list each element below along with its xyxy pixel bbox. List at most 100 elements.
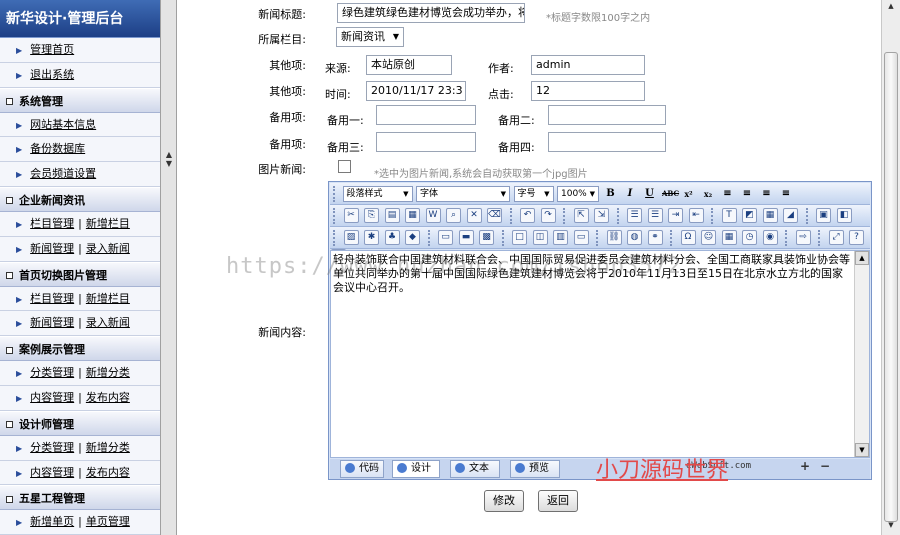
modify-button[interactable]: 修改 — [484, 490, 524, 512]
align-justify-icon[interactable]: ≡ — [779, 186, 793, 202]
sidebar-link[interactable]: 新闻管理 — [30, 316, 74, 329]
background-color-icon[interactable]: ◩ — [742, 208, 757, 223]
shrink-editor-icon[interactable]: − — [820, 459, 830, 473]
sidebar-section-projects[interactable]: 五星工程管理 — [0, 485, 160, 511]
sidebar-link[interactable]: 发布内容 — [86, 466, 130, 479]
select-all-icon[interactable]: ⇱ — [573, 208, 589, 223]
sidebar-link[interactable]: 发布内容 — [86, 391, 130, 404]
author-input[interactable]: admin — [531, 55, 645, 75]
underline-icon[interactable]: U — [643, 186, 657, 202]
page-scrollbar[interactable]: ▲ ▼ — [881, 0, 900, 535]
toolbar-grip[interactable] — [333, 208, 337, 224]
insert-globe-icon[interactable]: ◍ — [627, 230, 642, 245]
align-center-icon[interactable]: ≡ — [740, 186, 754, 202]
insert-hr-icon[interactable]: ▭ — [438, 230, 453, 245]
sidebar-link[interactable]: 新增栏目 — [86, 292, 130, 305]
paragraph-style-select[interactable]: 段落样式 ▼ — [342, 186, 413, 202]
font-select[interactable]: 字体 ▼ — [416, 186, 510, 202]
tab-design[interactable]: 设计 — [392, 460, 440, 478]
strikethrough-icon[interactable]: ABC — [662, 186, 679, 202]
help-icon[interactable]: ? — [849, 230, 864, 245]
italic-icon[interactable]: I — [623, 186, 637, 202]
tab-code[interactable]: 代码 — [340, 460, 384, 478]
layer-forward-icon[interactable]: ◧ — [836, 208, 852, 223]
hits-input[interactable]: 12 — [531, 81, 645, 101]
cut-icon[interactable]: ✂ — [343, 208, 359, 223]
superscript-icon[interactable]: x² — [682, 186, 696, 202]
import-word-icon[interactable]: ⇨ — [795, 230, 811, 245]
insert-flash-icon[interactable]: ✱ — [364, 230, 379, 245]
toolbar-grip[interactable] — [333, 186, 337, 202]
sidebar-link[interactable]: 内容管理 — [30, 391, 74, 404]
tab-text[interactable]: 文本 — [450, 460, 500, 478]
time-input[interactable]: 2010/11/17 23:3 — [366, 81, 466, 101]
sidebar-section-slides[interactable]: 首页切换图片管理 — [0, 261, 160, 287]
source-input[interactable]: 本站原创 — [366, 55, 452, 75]
sidebar-link[interactable]: 新增单页 — [30, 515, 74, 528]
sidebar-link[interactable]: 分类管理 — [30, 441, 74, 454]
scroll-up-icon[interactable]: ▲ — [885, 2, 897, 12]
paste-word-icon[interactable]: W — [425, 208, 441, 223]
sidebar-item[interactable]: ▶ 会员频道设置 — [0, 162, 160, 187]
align-left-icon[interactable]: ≡ — [721, 186, 735, 202]
sidebar-section-designers[interactable]: 设计师管理 — [0, 410, 160, 436]
indent-icon[interactable]: ⇥ — [668, 208, 683, 223]
sidebar-link[interactable]: 录入新闻 — [86, 242, 130, 255]
sidebar-link[interactable]: 新增分类 — [86, 366, 130, 379]
fullscreen-icon[interactable]: ⤢ — [828, 230, 844, 245]
back-button[interactable]: 返回 — [538, 490, 578, 512]
insert-button-icon[interactable]: ▥ — [553, 230, 568, 245]
sidebar-item[interactable]: ▶ 备份数据库 — [0, 137, 160, 163]
undo-icon[interactable]: ↶ — [520, 208, 535, 223]
insert-image-icon[interactable]: ▨ — [343, 230, 359, 245]
insert-input-icon[interactable]: ▭ — [573, 230, 589, 245]
sidebar-link[interactable]: 退出系统 — [30, 68, 74, 81]
sidebar-section-news[interactable]: 企业新闻资讯 — [0, 186, 160, 212]
sidebar-link[interactable]: 新闻管理 — [30, 242, 74, 255]
emoticon-icon[interactable]: ☺ — [701, 230, 716, 245]
align-right-icon[interactable]: ≡ — [760, 186, 774, 202]
sidebar-section-system[interactable]: 系统管理 — [0, 87, 160, 113]
title-input[interactable]: 绿色建筑绿色建材博览会成功举办，将 — [337, 3, 525, 23]
insert-iframe-icon[interactable]: ▩ — [479, 230, 494, 245]
font-size-select[interactable]: 字号 ▼ — [513, 186, 554, 202]
insert-page-icon[interactable]: □ — [512, 230, 527, 245]
editor-scrollbar[interactable]: ▲ ▼ — [854, 251, 869, 457]
sidebar-section-cases[interactable]: 案例展示管理 — [0, 336, 160, 362]
eraser-icon[interactable]: ⌫ — [487, 208, 502, 223]
insert-file-icon[interactable]: ◆ — [405, 230, 420, 245]
subscript-icon[interactable]: x₂ — [701, 186, 715, 202]
unlink-icon[interactable]: ⚭ — [647, 230, 663, 245]
backup-three-input[interactable] — [376, 132, 476, 152]
paste-icon[interactable]: ▤ — [384, 208, 400, 223]
table-icon[interactable]: ▦ — [762, 208, 778, 223]
sidebar-link[interactable]: 备份数据库 — [30, 142, 85, 155]
editor-content-area[interactable]: 轻舟装饰联合中国建筑材料联合会、中国国际贸易促进委员会建筑材料分会、全国工商联家… — [330, 250, 870, 458]
copy-icon[interactable]: ⎘ — [364, 208, 379, 223]
scroll-down-icon[interactable]: ▼ — [855, 443, 869, 457]
sidebar-link[interactable]: 会员频道设置 — [30, 167, 96, 180]
toolbar-grip[interactable] — [333, 230, 337, 246]
outdent-icon[interactable]: ⇤ — [688, 208, 704, 223]
sidebar-link[interactable]: 内容管理 — [30, 466, 74, 479]
delete-icon[interactable]: ✕ — [466, 208, 482, 223]
image-news-checkbox[interactable] — [338, 160, 351, 173]
scroll-up-icon[interactable]: ▲ — [855, 251, 869, 265]
sidebar-link[interactable]: 管理首页 — [30, 43, 74, 56]
backup-four-input[interactable] — [548, 132, 666, 152]
bold-icon[interactable]: B — [604, 186, 618, 202]
sidebar-item[interactable]: ▶ 网站基本信息 — [0, 112, 160, 138]
paste-text-icon[interactable]: ▦ — [405, 208, 420, 223]
special-char-icon[interactable]: Ω — [680, 230, 696, 245]
insert-media-icon[interactable]: ♣ — [384, 230, 400, 245]
sidebar-item-logout[interactable]: ▶ 退出系统 — [0, 62, 160, 88]
enlarge-editor-icon[interactable]: + — [800, 459, 810, 473]
sidebar-link[interactable]: 新增栏目 — [86, 217, 130, 230]
format-icon[interactable]: ◢ — [783, 208, 798, 223]
insert-form-icon[interactable]: ◫ — [532, 230, 548, 245]
unordered-list-icon[interactable]: ☰ — [647, 208, 663, 223]
tab-preview[interactable]: 预览 — [510, 460, 560, 478]
sidebar-item-admin-home[interactable]: ▶ 管理首页 — [0, 38, 160, 63]
unselect-icon[interactable]: ⇲ — [594, 208, 609, 223]
insert-marquee-icon[interactable]: ▬ — [458, 230, 474, 245]
